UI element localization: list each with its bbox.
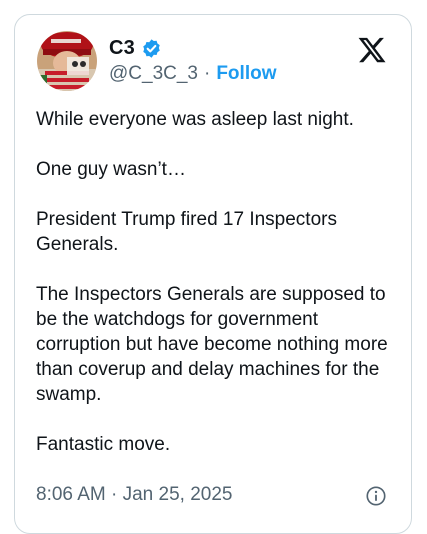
verified-badge-icon (141, 38, 162, 59)
follow-button[interactable]: Follow (216, 63, 276, 85)
tweet-paragraph: Fantastic move. (36, 434, 171, 455)
handle-separator: · (204, 63, 211, 84)
author-handle-row: @C_3C_3 · Follow (109, 63, 276, 85)
tweet-card: C3 @C_3C_3 · Follow While everyone was a… (14, 14, 412, 534)
tweet-text: While everyone was asleep last night. On… (36, 107, 396, 457)
display-name[interactable]: C3 (109, 37, 135, 60)
tweet-paragraph: One guy wasn’t… (36, 159, 186, 180)
author-handle[interactable]: @C_3C_3 (109, 63, 198, 85)
tweet-paragraph: The Inspectors Generals are supposed to … (36, 284, 388, 405)
author-name-row: C3 (109, 37, 162, 60)
avatar[interactable] (37, 31, 97, 91)
avatar-image (37, 31, 97, 91)
tweet-paragraph: President Trump fired 17 Inspectors Gene… (36, 209, 337, 255)
info-icon[interactable] (365, 485, 387, 507)
tweet-paragraph: While everyone was asleep last night. (36, 109, 354, 130)
x-logo-icon[interactable] (357, 35, 387, 65)
tweet-timestamp[interactable]: 8:06 AM · Jan 25, 2025 (36, 484, 232, 506)
